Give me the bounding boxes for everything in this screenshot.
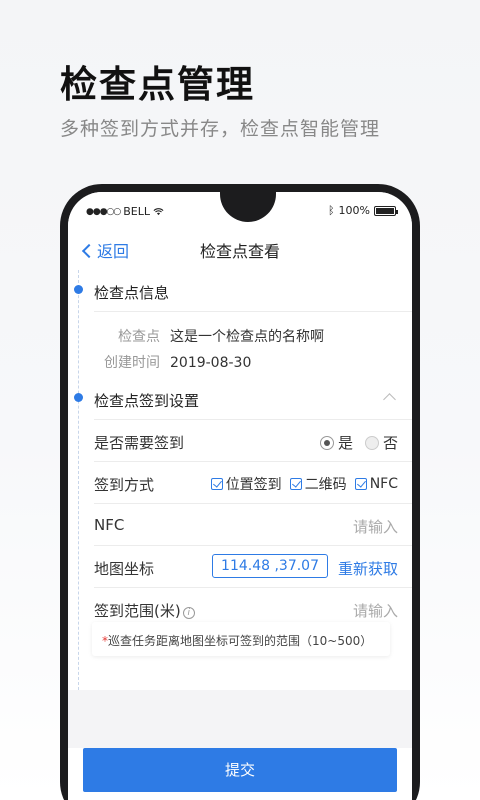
timeline-line [78, 270, 79, 690]
checkbox-location[interactable] [210, 478, 223, 490]
checkbox-qrcode[interactable] [289, 478, 302, 490]
coordinate-field[interactable]: 114.48 ,37.07 [212, 554, 328, 578]
row-map-coord: 地图坐标 114.48 ,37.07 重新获取 [94, 546, 412, 588]
radio-yes-label[interactable]: 是 [338, 432, 353, 453]
row-need-signin: 是否需要签到 是 否 [94, 420, 412, 462]
signal-icon: ●●●○○ [86, 206, 121, 217]
radio-yes[interactable] [319, 435, 334, 450]
promo-title: 检查点管理 [60, 63, 255, 106]
battery-label: 100% [338, 204, 370, 217]
section-title: 检查点签到设置 [94, 392, 200, 410]
timeline-dot [74, 393, 83, 402]
info-value: 这是一个检查点的名称啊 [170, 329, 324, 345]
battery-icon [374, 205, 398, 216]
row-label: 地图坐标 [94, 560, 155, 578]
nfc-input[interactable]: 请输入 [353, 516, 398, 537]
timeline-dot [74, 285, 83, 294]
note-text: 巡查任务距离地图坐标可签到的范围（10~500） [108, 634, 373, 648]
section-header-info: 检查点信息 [68, 270, 412, 312]
checkbox-nfc[interactable] [354, 478, 367, 490]
row-label: NFC [94, 516, 125, 534]
bluetooth-icon: ᛒ [327, 204, 335, 217]
range-input[interactable]: 请输入 [353, 600, 398, 621]
footer: 提交 [68, 748, 412, 800]
status-right: ᛒ 100% [327, 204, 398, 217]
radio-no-label[interactable]: 否 [383, 432, 398, 453]
checkbox-qrcode-label[interactable]: 二维码 [305, 474, 347, 494]
row-label: 是否需要签到 [94, 434, 185, 452]
promo-subtitle: 多种签到方式并存，检查点智能管理 [60, 118, 381, 140]
row-label: 签到范围(米) i [94, 600, 195, 621]
status-left: ●●●○○ BELL [86, 205, 164, 218]
checkbox-location-label[interactable]: 位置签到 [226, 474, 282, 494]
carrier-label: BELL [123, 205, 151, 218]
checkbox-nfc-label[interactable]: NFC [370, 476, 398, 492]
submit-button[interactable]: 提交 [83, 748, 397, 792]
radio-no[interactable] [364, 435, 379, 450]
wifi-icon [153, 208, 164, 216]
row-nfc: NFC 请输入 [94, 504, 412, 546]
signin-method-checkboxes: 位置签到 二维码 NFC [203, 474, 398, 494]
need-signin-radio-group: 是 否 [319, 432, 398, 453]
page-title: 检查点查看 [199, 242, 280, 261]
info-key: 创建时间 [104, 355, 160, 371]
info-key: 检查点 [118, 329, 160, 345]
chevron-up-icon[interactable] [383, 393, 396, 406]
info-icon[interactable]: i [182, 607, 195, 619]
info-value: 2019-08-30 [170, 355, 252, 371]
info-row-name: 检查点 这是一个检查点的名称啊 [94, 326, 324, 346]
range-hint-note: *巡查任务距离地图坐标可签到的范围（10~500） [92, 622, 390, 656]
info-row-created: 创建时间 2019-08-30 [94, 352, 251, 372]
range-label: 签到范围(米) [94, 602, 181, 620]
phone-screen: ●●●○○ BELL ᛒ 100% 返回 检查点查看 检查点信息 检查点 这是一个… [68, 192, 412, 800]
row-label: 签到方式 [94, 476, 155, 494]
section-header-signin[interactable]: 检查点签到设置 [68, 378, 412, 420]
refetch-coord-button[interactable]: 重新获取 [338, 558, 398, 579]
section-title: 检查点信息 [94, 284, 170, 302]
row-signin-method: 签到方式 位置签到 二维码 NFC [94, 462, 412, 504]
divider [94, 311, 412, 312]
nav-bar: 返回 检查点查看 [68, 226, 412, 270]
